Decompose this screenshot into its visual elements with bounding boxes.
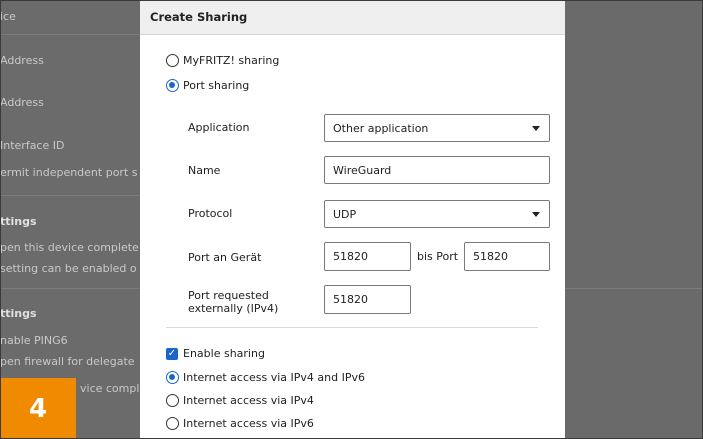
background-section-heading: ttings	[0, 307, 37, 320]
port-external-input[interactable]: 51820	[324, 285, 411, 314]
background-label: nable PING6	[0, 334, 68, 347]
background-label: Address	[0, 54, 44, 67]
background-label: Address	[0, 96, 44, 109]
application-label: Application	[188, 121, 250, 134]
port-device-value: 51820	[333, 250, 368, 263]
radio-myfritz-sharing[interactable]: MyFRITZ! sharing	[166, 54, 279, 67]
chevron-down-icon	[532, 212, 540, 217]
port-external-label: Port requested externally (IPv4)	[188, 289, 279, 315]
name-value: WireGuard	[333, 163, 392, 177]
step-number-badge: 4	[0, 378, 76, 439]
background-label: setting can be enabled o	[0, 262, 137, 275]
checkmark-icon: ✓	[166, 347, 178, 360]
radio-label: Internet access via IPv4 and IPv6	[183, 371, 365, 384]
background-label: ice	[0, 10, 16, 23]
background-right-panel	[565, 0, 703, 439]
radio-port-sharing[interactable]: Port sharing	[166, 79, 249, 92]
radio-label: MyFRITZ! sharing	[183, 54, 280, 67]
radio-unselected-icon	[166, 54, 179, 67]
application-select[interactable]: Other application	[324, 114, 550, 142]
checkbox-label: Enable sharing	[183, 347, 265, 360]
background-section-heading: ttings	[0, 215, 37, 228]
port-to-input[interactable]: 51820	[464, 242, 550, 271]
radio-ipv6[interactable]: Internet access via IPv6	[166, 417, 314, 430]
to-port-label: bis Port	[417, 250, 459, 263]
background-divider	[0, 195, 140, 196]
dialog-header: Create Sharing	[140, 0, 565, 35]
application-value: Other application	[333, 121, 429, 135]
background-label: pen this device complete	[0, 241, 139, 254]
protocol-select[interactable]: UDP	[324, 200, 550, 228]
port-device-input[interactable]: 51820	[324, 242, 411, 271]
background-divider	[0, 288, 140, 289]
divider	[166, 327, 538, 328]
radio-selected-icon	[166, 79, 179, 92]
radio-ipv4[interactable]: Internet access via IPv4	[166, 394, 314, 407]
radio-label: Port sharing	[183, 79, 250, 92]
radio-selected-icon	[166, 371, 179, 384]
radio-unselected-icon	[166, 417, 179, 430]
name-label: Name	[188, 164, 221, 177]
background-label: ermit independent port s	[0, 166, 138, 179]
port-to-value: 51820	[473, 250, 508, 263]
port-external-value: 51820	[333, 293, 368, 306]
dialog-title: Create Sharing	[150, 10, 248, 24]
background-divider	[565, 288, 703, 289]
radio-ipv4-ipv6[interactable]: Internet access via IPv4 and IPv6	[166, 371, 365, 384]
background-label: Interface ID	[0, 139, 65, 152]
chevron-down-icon	[532, 126, 540, 131]
name-input[interactable]: WireGuard	[324, 156, 550, 184]
background-divider	[0, 34, 140, 35]
background-label: pen firewall for delegate	[0, 355, 135, 368]
create-sharing-dialog: Create Sharing MyFRITZ! sharing Port sha…	[140, 0, 565, 439]
enable-sharing-checkbox[interactable]: ✓ Enable sharing	[166, 347, 265, 360]
radio-label: Internet access via IPv6	[183, 417, 314, 430]
radio-unselected-icon	[166, 394, 179, 407]
protocol-label: Protocol	[188, 207, 233, 220]
port-device-label: Port an Gerät	[188, 251, 262, 264]
radio-label: Internet access via IPv4	[183, 394, 314, 407]
protocol-value: UDP	[333, 207, 357, 221]
